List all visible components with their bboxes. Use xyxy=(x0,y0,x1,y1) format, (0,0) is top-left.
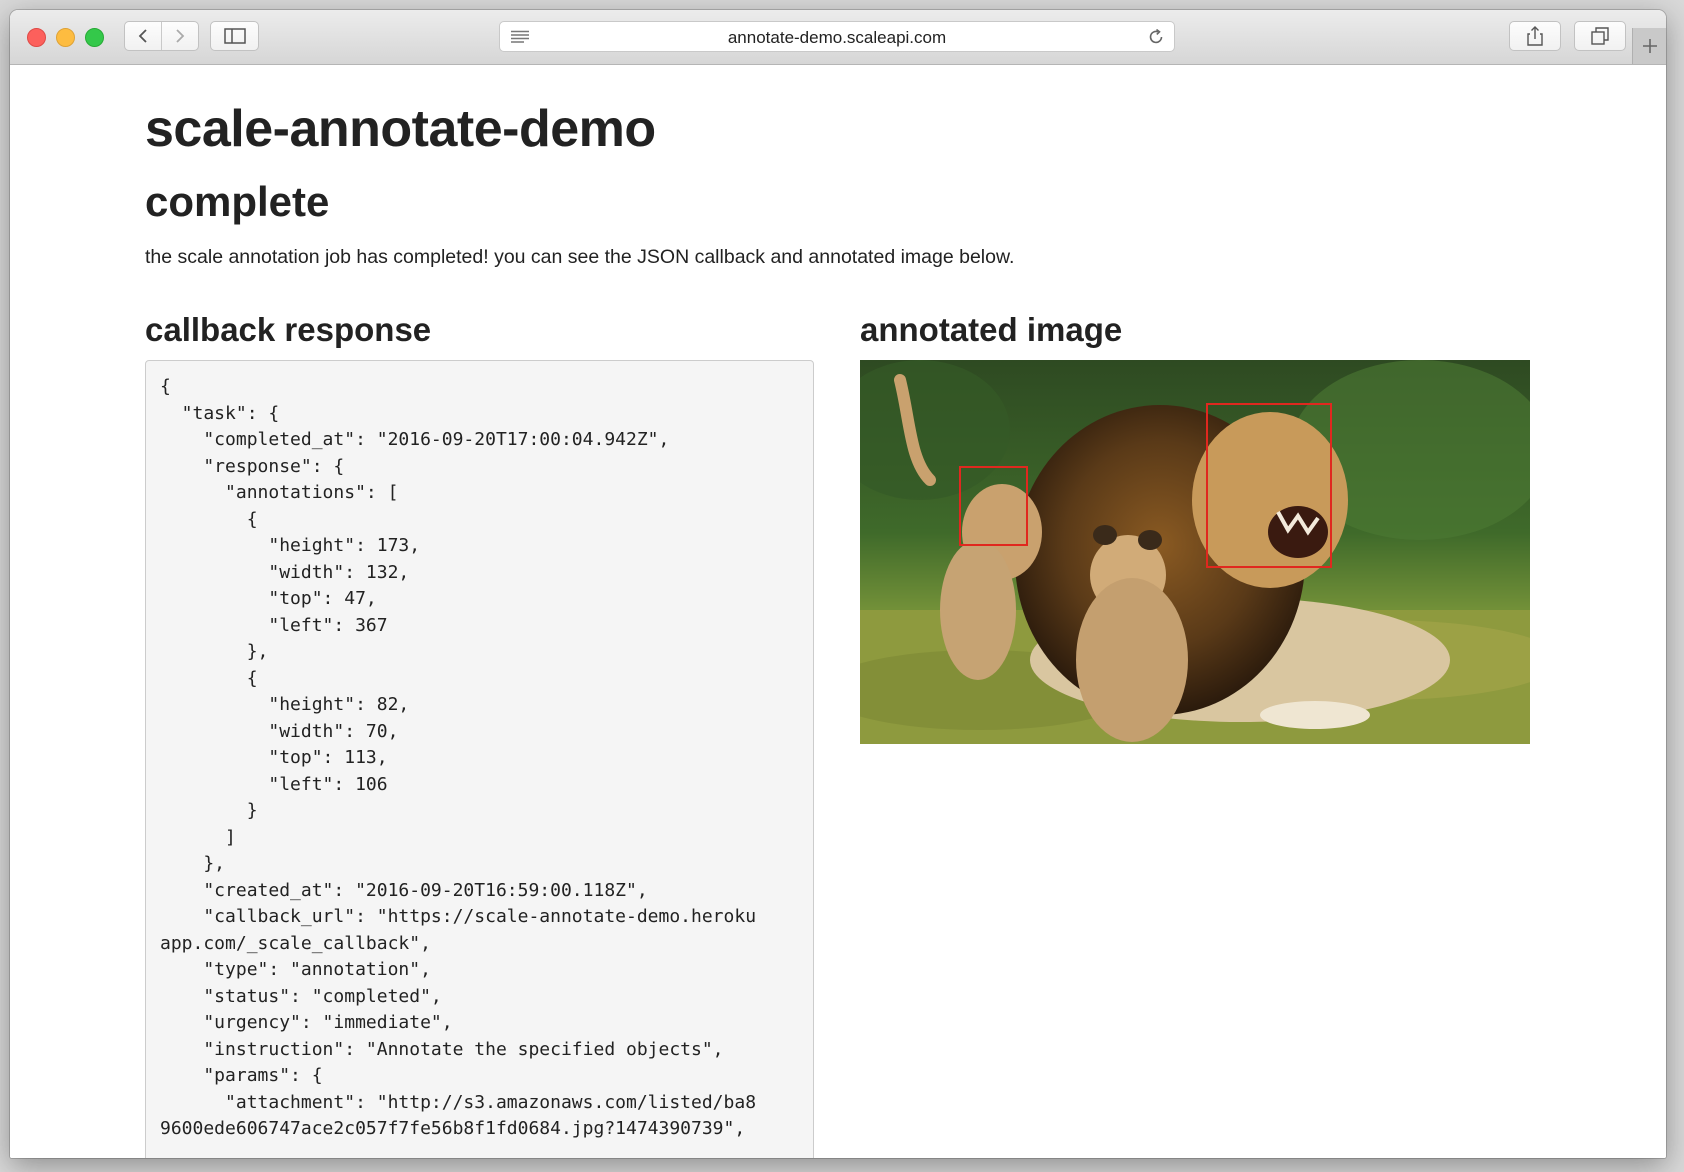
new-tab-button[interactable] xyxy=(1632,28,1666,64)
status-heading: complete xyxy=(145,178,330,225)
chevron-left-icon xyxy=(138,29,147,43)
callback-json-text: { "task": { "completed_at": "2016-09-20T… xyxy=(160,376,757,1139)
browser-window: annotate-demo.scaleapi.com scale-annotat… xyxy=(10,10,1666,1158)
annotated-image xyxy=(860,360,1530,744)
annotated-image-heading: annotated image xyxy=(860,311,1123,348)
callback-response-heading: callback response xyxy=(145,311,432,348)
lion-family-photo xyxy=(860,360,1530,744)
share-icon xyxy=(1527,26,1543,46)
sidebar-button[interactable] xyxy=(210,21,259,51)
navigation-buttons xyxy=(124,21,199,51)
share-button[interactable] xyxy=(1509,21,1561,51)
forward-button[interactable] xyxy=(162,22,198,50)
close-window-button[interactable] xyxy=(27,28,46,47)
annotation-box-2 xyxy=(959,466,1028,546)
chevron-right-icon xyxy=(176,29,185,43)
tabs-icon xyxy=(1591,27,1609,45)
zoom-window-button[interactable] xyxy=(85,28,104,47)
annotation-box-1 xyxy=(1206,403,1332,568)
back-button[interactable] xyxy=(125,22,162,50)
address-bar[interactable]: annotate-demo.scaleapi.com xyxy=(499,21,1175,52)
reload-icon[interactable] xyxy=(1147,28,1165,46)
plus-icon xyxy=(1642,39,1657,53)
page-title: scale-annotate-demo xyxy=(145,100,656,158)
url-text: annotate-demo.scaleapi.com xyxy=(727,28,947,47)
browser-toolbar: annotate-demo.scaleapi.com xyxy=(10,10,1666,65)
sidebar-icon xyxy=(223,28,246,44)
tabs-overview-button[interactable] xyxy=(1574,21,1626,51)
page-content: scale-annotate-demo complete the scale a… xyxy=(10,65,1666,1158)
callback-json-panel[interactable]: { "task": { "completed_at": "2016-09-20T… xyxy=(145,360,814,1158)
status-message: the scale annotation job has completed! … xyxy=(145,246,1015,268)
minimize-window-button[interactable] xyxy=(56,28,75,47)
